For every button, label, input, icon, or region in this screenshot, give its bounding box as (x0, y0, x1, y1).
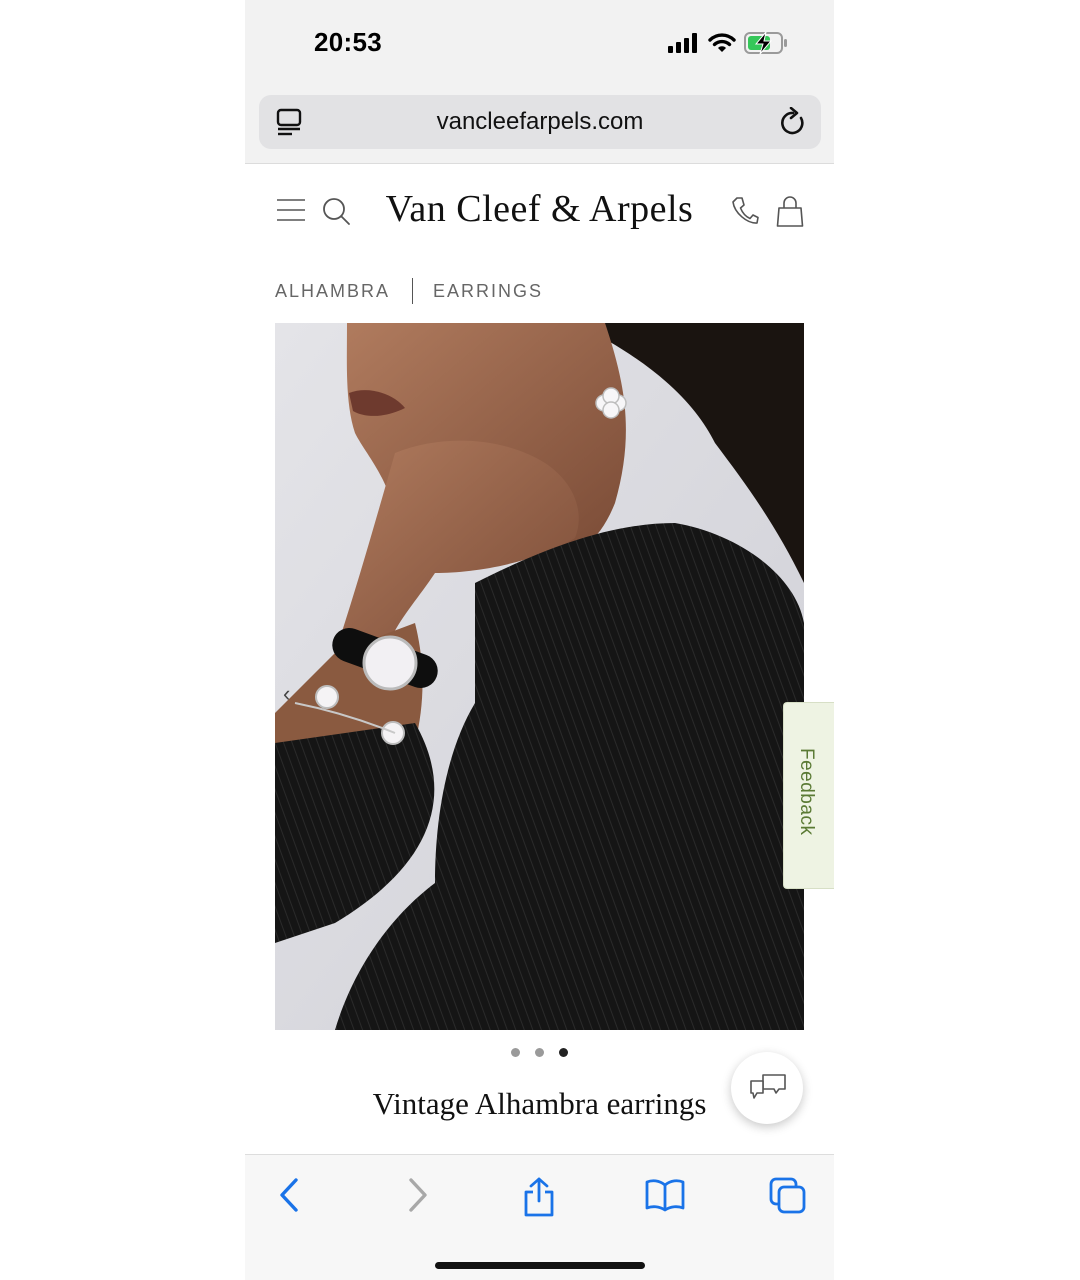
forward-icon[interactable] (403, 1177, 431, 1213)
page-menu-icon[interactable] (276, 108, 302, 136)
feedback-tab[interactable]: Feedback (783, 702, 834, 889)
tabs-icon[interactable] (769, 1177, 807, 1215)
browser-address-area: vancleefarpels.com (245, 88, 834, 164)
bookmarks-icon[interactable] (645, 1177, 685, 1213)
reload-icon[interactable] (779, 107, 807, 137)
home-indicator[interactable] (435, 1262, 645, 1269)
carousel-dots (511, 1048, 568, 1057)
status-time: 20:53 (314, 27, 382, 57)
carousel-dot[interactable] (511, 1048, 520, 1057)
url-bar[interactable]: vancleefarpels.com (259, 95, 821, 149)
battery-charging-icon (744, 31, 787, 55)
share-icon[interactable] (522, 1177, 556, 1217)
browser-toolbar (245, 1154, 834, 1280)
url-text[interactable]: vancleefarpels.com (259, 95, 821, 149)
breadcrumb-separator (412, 278, 414, 304)
shopping-bag-icon[interactable] (776, 194, 804, 228)
chat-icon (750, 1074, 786, 1099)
cellular-signal-icon (668, 33, 697, 53)
carousel-dot-active[interactable] (559, 1048, 568, 1057)
chat-button[interactable] (731, 1052, 803, 1124)
phone-screen: 20:53 vancleefarpels.com Van Cleef & Arp… (245, 0, 834, 1280)
carousel-dot[interactable] (535, 1048, 544, 1057)
carousel-prev-icon[interactable]: ‹ (283, 681, 290, 707)
phone-icon[interactable] (731, 196, 759, 226)
product-image-carousel[interactable]: ‹ (275, 323, 804, 1030)
feedback-label: Feedback (796, 748, 817, 836)
breadcrumb-earrings[interactable]: EARRINGS (433, 281, 543, 302)
breadcrumb-alhambra[interactable]: ALHAMBRA (275, 281, 390, 302)
breadcrumb: ALHAMBRA EARRINGS (275, 277, 543, 305)
site-header: Van Cleef & Arpels (245, 165, 834, 257)
product-photo (275, 323, 804, 1030)
back-icon[interactable] (276, 1177, 304, 1213)
status-bar: 20:53 (245, 0, 834, 88)
wifi-icon (708, 33, 736, 52)
